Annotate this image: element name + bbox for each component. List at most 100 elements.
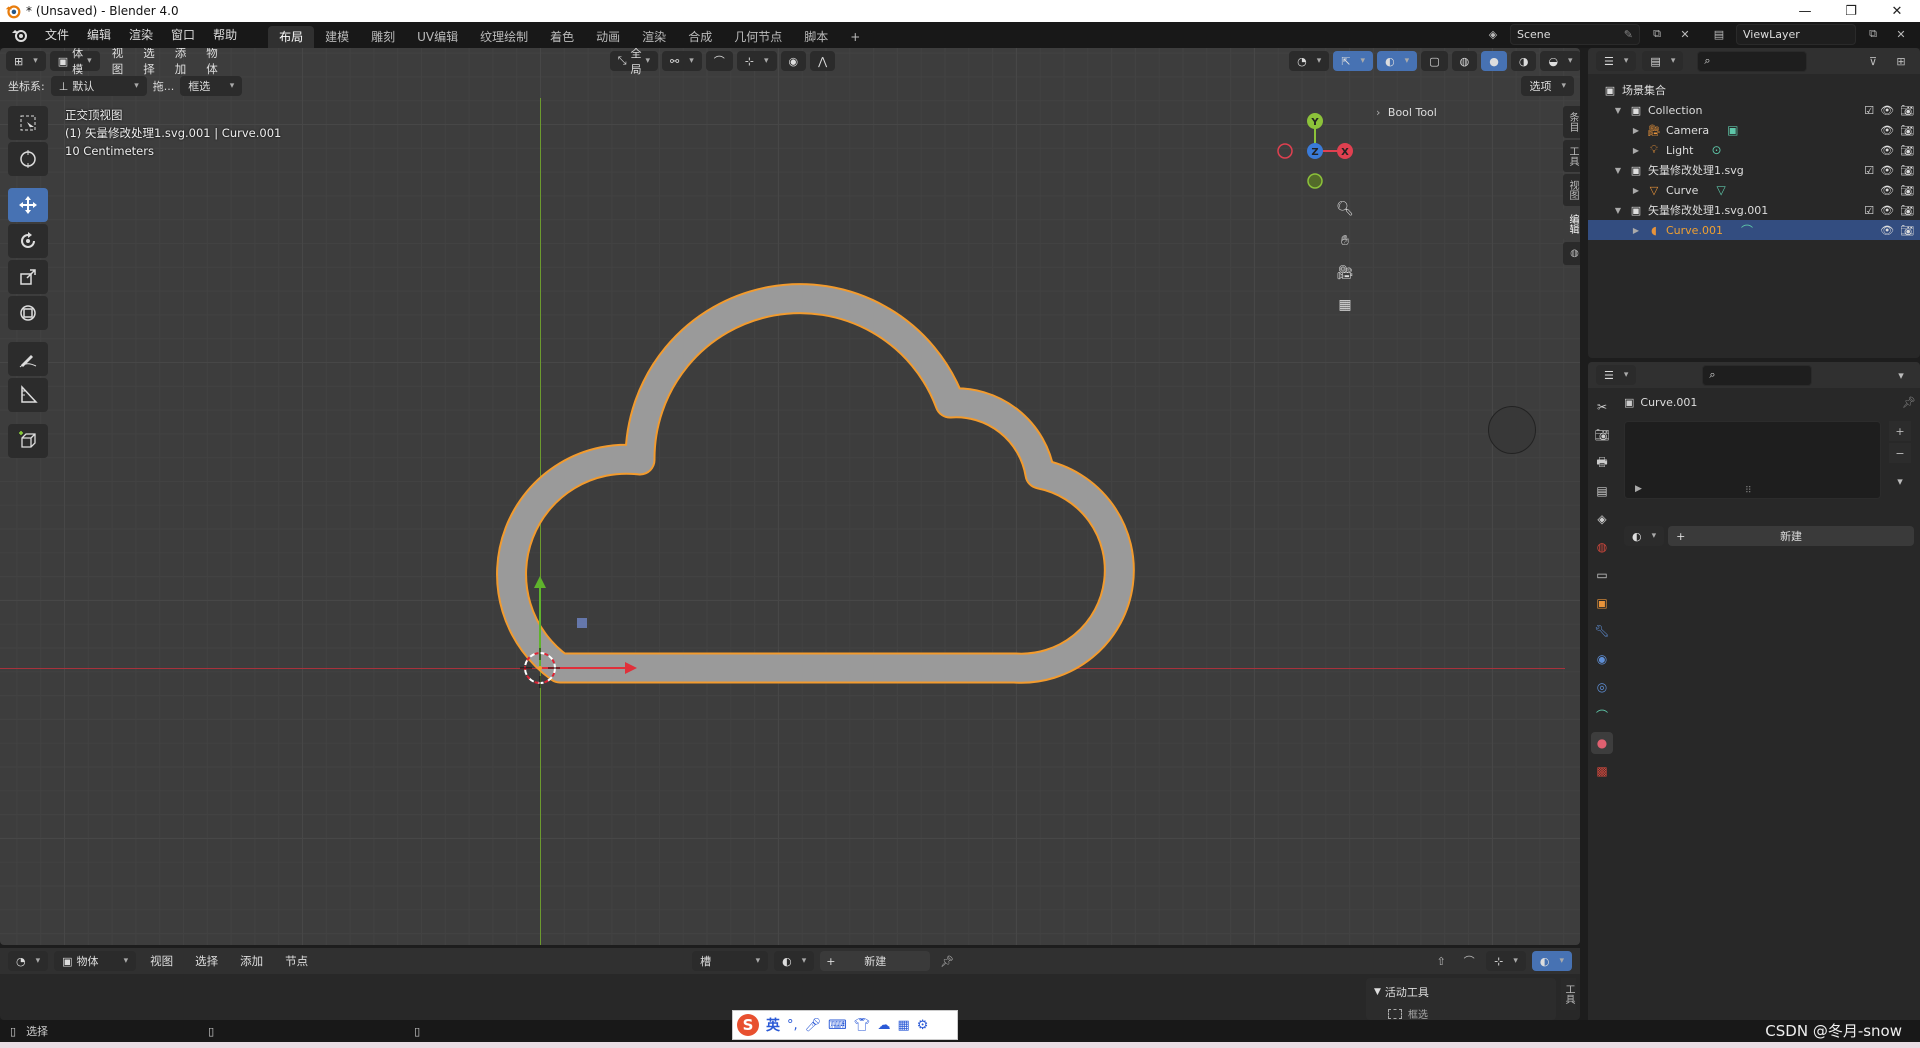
eye-icon[interactable]: 👁︎ [1880, 184, 1894, 197]
world-tab-icon[interactable]: ◍ [1591, 536, 1613, 558]
snap-mode-dropdown[interactable]: ⊹ ▾ [1486, 951, 1526, 971]
tab-texture-paint[interactable]: 纹理绘制 [469, 26, 539, 48]
parent-node-icon[interactable]: ⇧ [1430, 951, 1452, 971]
scene-selector[interactable]: Scene ✎ [1510, 24, 1640, 45]
tab-rendering[interactable]: 渲染 [631, 26, 677, 48]
blender-menu-icon[interactable] [6, 25, 34, 45]
new-scene-icon[interactable]: ⧉ [1646, 24, 1668, 44]
object-tab-icon[interactable]: ▣ [1591, 592, 1613, 614]
delete-view-layer-icon[interactable]: ✕ [1890, 24, 1912, 44]
scene-tab-icon[interactable]: ◈ [1591, 508, 1613, 530]
render-tab-icon[interactable]: 📷︎ [1591, 424, 1613, 446]
ime-toolbar[interactable]: S 英 °, 🎤︎ ⌨︎ 👕︎ ☁︎ ▦ ⚙︎ [732, 1010, 958, 1040]
checkbox-icon[interactable]: ☑ [1864, 204, 1874, 217]
outliner-row-curve001[interactable]: ▶ ◖ Curve.001 ⌒ 👁︎ 📷︎ [1588, 220, 1920, 240]
expand-toggle-icon[interactable]: ▼ [1612, 106, 1624, 115]
skin-icon[interactable]: 👕︎ [854, 1018, 871, 1033]
pin-icon[interactable]: ✎ [1624, 28, 1633, 41]
particles-tab-icon[interactable]: ◉ [1591, 648, 1613, 670]
overlay-toggle[interactable]: ◐ ▾ [1531, 951, 1572, 971]
checkbox-icon[interactable]: ☑ [1864, 164, 1874, 177]
tab-tool-bottom[interactable]: 工具 [1561, 978, 1576, 1010]
slot-dropdown[interactable]: 槽 ▾ [692, 951, 769, 971]
microphone-icon[interactable]: 🎤︎ [805, 1018, 822, 1033]
eye-icon[interactable]: 👁︎ [1880, 204, 1894, 217]
camera-render-icon[interactable]: 📷︎ [1900, 124, 1914, 137]
tab-tool[interactable]: 工具 [1563, 140, 1580, 172]
filter-icon[interactable]: ⊽ [1862, 51, 1884, 71]
shader-menu-view[interactable]: 视图 [142, 951, 181, 971]
minimize-button[interactable]: — [1782, 0, 1828, 22]
outliner-display-mode[interactable]: ▤ ▾ [1642, 51, 1684, 71]
material-slot-list[interactable]: ▶ ⠿ [1624, 421, 1881, 499]
new-material-button[interactable]: + 新建 [1668, 526, 1914, 546]
view-layer-browse-icon[interactable]: ▤ [1708, 24, 1730, 44]
expand-toggle-icon[interactable]: ▼ [1612, 166, 1624, 175]
ortho-grid-icon[interactable]: ▦ [1332, 292, 1358, 318]
texture-tab-icon[interactable]: ▩ [1591, 760, 1613, 782]
view-rotate-gizmo[interactable] [1488, 406, 1536, 454]
eye-icon[interactable]: 👁︎ [1880, 224, 1894, 237]
delete-scene-icon[interactable]: ✕ [1674, 24, 1696, 44]
outliner-row-svg-collection[interactable]: ▼ ▣ 矢量修改处理1.svg ☑ 👁︎ 📷︎ [1588, 160, 1920, 180]
tab-extra-icon[interactable]: ◍ [1563, 242, 1580, 265]
ime-punct[interactable]: °, [787, 1018, 798, 1033]
tab-edit[interactable]: 编辑 [1563, 208, 1580, 240]
camera-render-icon[interactable]: 📷︎ [1900, 224, 1914, 237]
snap-icon[interactable]: ⌒ [1458, 951, 1480, 971]
eye-icon[interactable]: 👁︎ [1880, 164, 1894, 177]
3d-viewport[interactable]: ⊞▾ ▣ 物体模式▾ 视图 选择 添加 物体 ⤡ 全局▾ ⚯▾ ⌒ ⊹▾ ◉ ⋀… [0, 48, 1580, 945]
menu-window[interactable]: 窗口 [162, 22, 204, 48]
camera-view-icon[interactable]: 🎥︎ [1332, 260, 1358, 286]
tab-geometry-nodes[interactable]: 几何节点 [723, 26, 793, 48]
tab-view[interactable]: 视图 [1563, 174, 1580, 206]
new-collection-icon[interactable]: ⊞ [1890, 51, 1912, 71]
outliner-search[interactable]: ⌕ [1697, 50, 1808, 72]
menu-file[interactable]: 文件 [36, 22, 78, 48]
menu-render[interactable]: 渲染 [120, 22, 162, 48]
cursor-tool[interactable] [8, 142, 48, 176]
outliner-editor-type[interactable]: ☰ ▾ [1596, 51, 1637, 71]
camera-render-icon[interactable]: 📷︎ [1900, 104, 1914, 117]
pin-icon[interactable]: 📌︎ [936, 951, 958, 971]
close-button[interactable]: ✕ [1874, 0, 1920, 22]
slot-menu-button[interactable]: ▾ [1889, 471, 1911, 491]
expand-toggle-icon[interactable]: ▶ [1630, 226, 1642, 235]
output-tab-icon[interactable]: 🖶︎ [1591, 452, 1613, 474]
shader-menu-node[interactable]: 节点 [277, 951, 316, 971]
shader-type-dropdown[interactable]: ▣ 物体 ▾ [54, 951, 137, 971]
physics-tab-icon[interactable]: ◎ [1591, 676, 1613, 698]
transform-tool[interactable] [8, 296, 48, 330]
new-view-layer-icon[interactable]: ⧉ [1862, 24, 1884, 44]
outliner-root[interactable]: ▣ 场景集合 [1588, 80, 1920, 100]
add-slot-button[interactable]: + [1889, 421, 1911, 441]
material-tab-icon[interactable]: ● [1591, 732, 1613, 754]
properties-search[interactable]: ⌕ [1702, 364, 1813, 386]
tab-compositing[interactable]: 合成 [677, 26, 723, 48]
editor-type-dropdown[interactable]: ◔ ▾ [8, 951, 49, 971]
resize-handle-icon[interactable]: ⠿ [1745, 486, 1752, 496]
restore-button[interactable]: ❐ [1828, 0, 1874, 22]
remove-slot-button[interactable]: − [1889, 443, 1911, 463]
outliner-row-collection[interactable]: ▼ ▣ Collection ☑ 👁︎ 📷︎ [1588, 100, 1920, 120]
bool-tool-panel[interactable]: › Bool Tool [1376, 106, 1437, 119]
expand-toggle-icon[interactable]: ▶ [1630, 126, 1642, 135]
outliner-row-svg001-collection[interactable]: ▼ ▣ 矢量修改处理1.svg.001 ☑ 👁︎ 📷︎ [1588, 200, 1920, 220]
eye-icon[interactable]: 👁︎ [1880, 144, 1894, 157]
shader-menu-select[interactable]: 选择 [187, 951, 226, 971]
data-tab-icon[interactable]: ⌒ [1591, 704, 1613, 726]
camera-render-icon[interactable]: 📷︎ [1900, 204, 1914, 217]
annotate-tool[interactable] [8, 342, 48, 376]
grid-apps-icon[interactable]: ▦ [897, 1018, 909, 1033]
tab-uv-editing[interactable]: UV编辑 [406, 26, 469, 48]
tab-scripting[interactable]: 脚本 [793, 26, 839, 48]
chevron-down-icon[interactable]: ▾ [1890, 365, 1912, 385]
scene-browse-icon[interactable]: ◈ [1482, 24, 1504, 44]
camera-render-icon[interactable]: 📷︎ [1900, 144, 1914, 157]
shader-new-button[interactable]: + 新建 [820, 951, 931, 971]
expand-arrow-icon[interactable]: ▶ [1635, 484, 1642, 494]
cloud-icon[interactable]: ☁︎ [877, 1018, 890, 1033]
expand-toggle-icon[interactable]: ▶ [1630, 146, 1642, 155]
checkbox-icon[interactable]: ☑ [1864, 104, 1874, 117]
scale-tool[interactable] [8, 260, 48, 294]
